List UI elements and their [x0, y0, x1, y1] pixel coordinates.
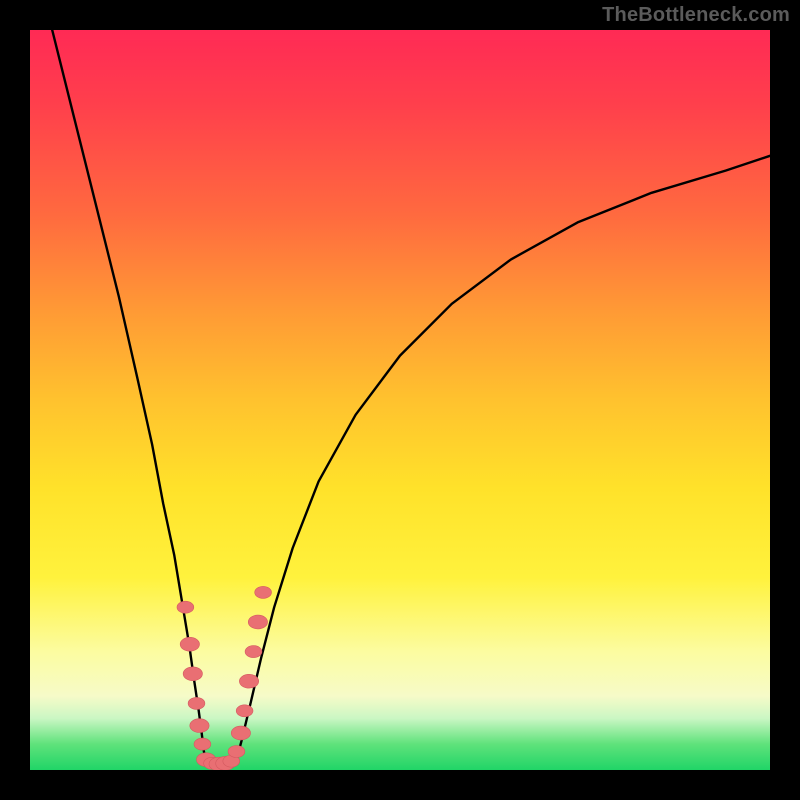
data-marker	[255, 586, 272, 598]
data-marker	[248, 615, 267, 629]
data-marker	[177, 601, 194, 613]
data-marker	[183, 667, 202, 681]
data-marker	[236, 705, 253, 717]
data-marker	[245, 646, 262, 658]
curve-group	[52, 30, 770, 766]
data-marker	[239, 674, 258, 688]
data-marker	[194, 738, 211, 750]
bottleneck-curve	[52, 30, 770, 766]
plot-area	[30, 30, 770, 770]
data-marker	[231, 726, 250, 740]
data-marker	[188, 697, 205, 709]
marker-group	[177, 586, 272, 770]
data-marker	[228, 746, 245, 758]
chart-frame: TheBottleneck.com	[0, 0, 800, 800]
watermark-text: TheBottleneck.com	[602, 4, 790, 27]
data-marker	[180, 637, 199, 651]
data-marker	[190, 719, 209, 733]
chart-svg	[30, 30, 770, 770]
